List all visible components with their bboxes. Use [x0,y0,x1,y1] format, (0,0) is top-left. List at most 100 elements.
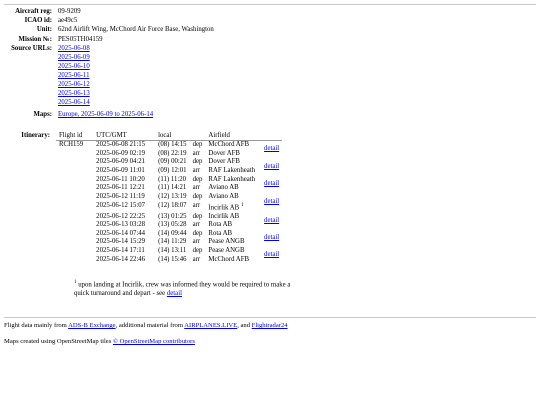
arr-local-cell: (11) 14:21 [158,184,187,192]
dep-direction-cell: dep [192,247,203,255]
source-url-link[interactable]: 2025-06-11 [58,72,89,79]
itinerary-label: Itinerary: [21,132,50,139]
arr-airfield-name: Aviano AB [208,184,239,192]
maps-cell: Europe, 2025-06-09 to 2025-06-14 [56,107,216,119]
col-direction [189,132,206,141]
dep-utc-cell: 2025-06-09 04:21 [96,158,146,166]
openstreetmap-link[interactable]: © OpenStreetMap contributors [113,338,195,345]
flightradar24-link[interactable]: Flightradar24 [252,322,288,329]
detail-link[interactable]: detail [264,145,279,152]
list-item: 2025-06-12 [58,80,214,89]
icao-label: ICAO id: [24,17,52,25]
source-url-link[interactable]: 2025-06-12 [58,81,90,88]
detail-link[interactable]: detail [264,234,279,241]
table-row: 2025-06-14 15:29 (14) 11:29 arr Pease ANGB [56,238,282,247]
arr-utc-cell: 2025-06-14 22:46 [96,255,146,263]
dep-utc-cell: 2025-06-14 07:44 [96,229,146,237]
detail-cell: detail [258,176,282,193]
dep-local-cell: (11) 11:20 [158,175,187,183]
list-item: 2025-06-13 [58,89,214,98]
dep-direction-cell: dep [192,192,203,200]
aircraft-reg-row: Aircraft reg: 09-9209 [4,7,216,16]
table-row: 2025-06-12 11:19 (12) 13:19 dep Aviano AB de… [56,192,282,205]
dep-airfield-cell: Incirlik AB [208,212,240,220]
flight-id-cell [56,193,86,213]
aircraft-reg-value: 09-9209 [58,8,81,15]
arr-airfield-cell: Rota AB [205,221,258,230]
airplanes-live-link[interactable]: AIRPLANES.LIVE [184,322,237,329]
arr-local-cell: (13) 05:28 [158,221,187,229]
arr-utc-cell: 2025-06-12 15:07 [96,201,146,209]
map-credits: Maps created using OpenStreetMap tiles ©… [4,338,195,346]
detail-link[interactable]: detail [264,217,279,224]
footnote-text: upon landing at Incirlik, crew was infor… [74,281,291,297]
credits-and: , and [237,322,251,329]
detail-cell: detail [258,213,282,230]
arr-airfield-name: Rota AB [208,221,233,229]
source-urls-cell: 2025-06-08 2025-06-09 2025-06-10 2025-06… [56,44,216,108]
unit-label: Unit: [36,26,52,34]
mission-value: PES05TH04159 [58,35,103,43]
footnote-ref: 1 [241,202,244,208]
icao-value: ae49c5 [58,17,78,25]
arr-utc-cell: 2025-06-13 03:28 [96,221,146,229]
arr-direction-cell: arr [192,184,201,192]
source-url-link[interactable]: 2025-06-08 [58,45,90,52]
arr-airfield-name: Dover AFB [208,149,240,157]
dep-airfield-cell: RAF Lakenheath [208,175,256,183]
maps-row: Maps: Europe, 2025-06-09 to 2025-06-14 [4,107,216,119]
table-row: 2025-06-14 17:11 (14) 13:11 dep Pease ANGB d… [56,247,282,258]
detail-cell: detail [258,247,282,264]
dep-airfield-cell: Rota AB [208,229,233,237]
detail-link[interactable]: detail [264,198,279,205]
table-row: 2025-06-09 11:01 (09) 12:01 arr RAF Lakenhe… [56,167,282,176]
detail-link[interactable]: detail [264,163,279,170]
mission-row: Mission №: PES05TH04159 [4,35,216,44]
source-urls-label: Source URLs: [11,44,52,52]
source-url-link[interactable]: 2025-06-10 [58,63,90,70]
dep-local-cell: (14) 13:11 [158,247,187,255]
flight-id-cell [56,213,86,230]
source-url-link[interactable]: 2025-06-14 [58,99,90,106]
table-row: RCH159 2025-06-08 21:15 (08) 14:15 dep McCho… [56,141,282,152]
source-url-link[interactable]: 2025-06-09 [58,54,90,61]
source-url-list: 2025-06-08 2025-06-09 2025-06-10 2025-06… [58,44,214,108]
dep-direction-cell: dep [192,212,203,220]
col-flight-id: Flight id [56,132,87,141]
dep-airfield-cell: Aviano AB [208,192,239,200]
dep-utc-cell: 2025-06-14 17:11 [96,247,145,255]
arr-airfield-name: McChord AFB [208,255,250,263]
list-item: 2025-06-10 [58,62,214,71]
dep-utc-cell: 2025-06-11 10:20 [96,175,145,183]
arr-airfield-name: Pease ANGB [208,238,245,246]
itinerary-body: RCH159 2025-06-08 21:15 (08) 14:15 dep McCho… [56,141,282,265]
source-url-link[interactable]: 2025-06-13 [58,90,90,97]
detail-link[interactable]: detail [264,180,279,187]
flight-id-cell: RCH159 [59,141,84,148]
footnote-detail-link[interactable]: detail [167,290,182,297]
detail-cell: detail [258,141,282,159]
flight-id-cell [56,158,86,175]
arr-direction-cell: arr [192,166,201,174]
arr-direction-cell: arr [192,201,201,209]
arr-direction-cell: arr [192,221,201,229]
aircraft-reg-label: Aircraft reg: [15,8,52,15]
detail-link[interactable]: detail [264,251,279,258]
table-row: 2025-06-13 03:28 (13) 05:28 arr Rota AB [56,221,282,230]
table-row: 2025-06-09 04:21 (09) 00:21 dep Dover AFB de… [56,158,282,170]
adsb-exchange-link[interactable]: ADS-B Exchange [68,322,115,329]
dep-utc-cell: 2025-06-08 21:15 [96,141,146,148]
maps-link[interactable]: Europe, 2025-06-09 to 2025-06-14 [58,111,153,118]
detail-cell: detail [258,193,282,213]
list-item: 2025-06-14 [58,98,214,107]
arr-local-cell: (08) 22:19 [158,149,187,157]
icao-row: ICAO id: ae49c5 [4,16,216,25]
footnote-mark: 1 [74,280,77,285]
dep-local-cell: (12) 13:19 [158,192,187,200]
dep-direction-cell: dep [192,229,203,237]
credits-mid: , additional material from [115,322,183,329]
data-credits: Flight data mainly from ADS-B Exchange, … [4,322,288,330]
arr-utc-cell: 2025-06-09 02:19 [96,149,146,157]
col-utc: UTC/GMT [86,132,149,141]
arr-direction-cell: arr [192,149,201,157]
